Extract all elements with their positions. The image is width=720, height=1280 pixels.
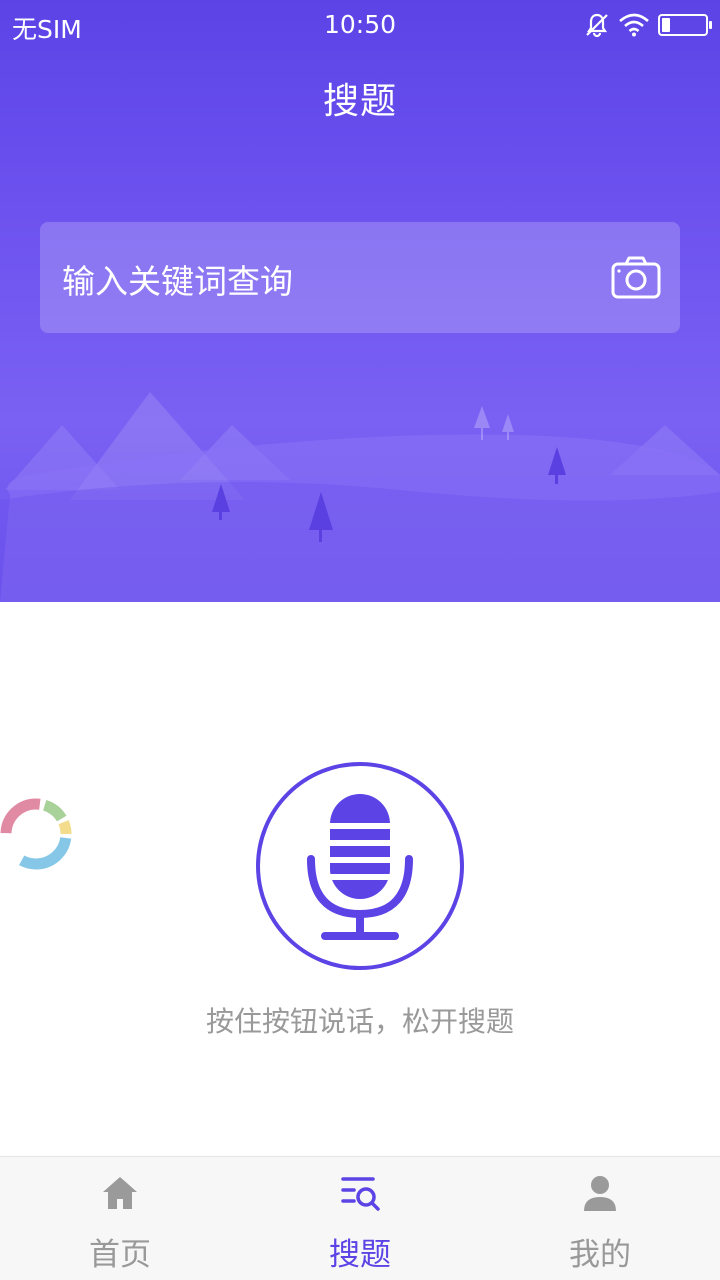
user-icon [584,1176,616,1211]
battery-icon [658,14,712,36]
tab-search-label: 搜题 [329,1237,391,1273]
wifi-icon [619,13,649,37]
tab-home[interactable]: 首页 [0,1157,240,1280]
search-screen: 无SIM 10:50 搜题 输入关键词查询 按住按钮说话，松开搜题 首页 搜题 … [0,0,720,1280]
status-icons [584,12,712,38]
status-bar: 无SIM 10:50 [0,0,720,50]
search-placeholder: 输入关键词查询 [62,262,293,301]
tab-search[interactable]: 搜题 [240,1157,480,1280]
header-banner: 无SIM 10:50 搜题 输入关键词查询 [0,0,720,602]
home-icon [103,1177,137,1209]
tab-profile-label: 我的 [569,1237,631,1273]
tab-home-label: 首页 [89,1237,151,1273]
tab-bar: 首页 搜题 我的 [0,1156,720,1280]
landscape-illustration [0,392,720,602]
camera-button[interactable] [610,254,662,302]
voice-search-button[interactable] [256,762,464,970]
microphone-icon [307,794,413,940]
tab-profile[interactable]: 我的 [480,1157,720,1280]
search-list-icon [341,1177,380,1211]
search-input[interactable]: 输入关键词查询 [40,222,680,333]
mute-icon [586,13,608,38]
floating-assistant-icon[interactable] [0,786,84,882]
camera-icon [611,256,661,299]
voice-hint: 按住按钮说话，松开搜题 [205,1005,514,1038]
page-title: 搜题 [322,81,397,122]
